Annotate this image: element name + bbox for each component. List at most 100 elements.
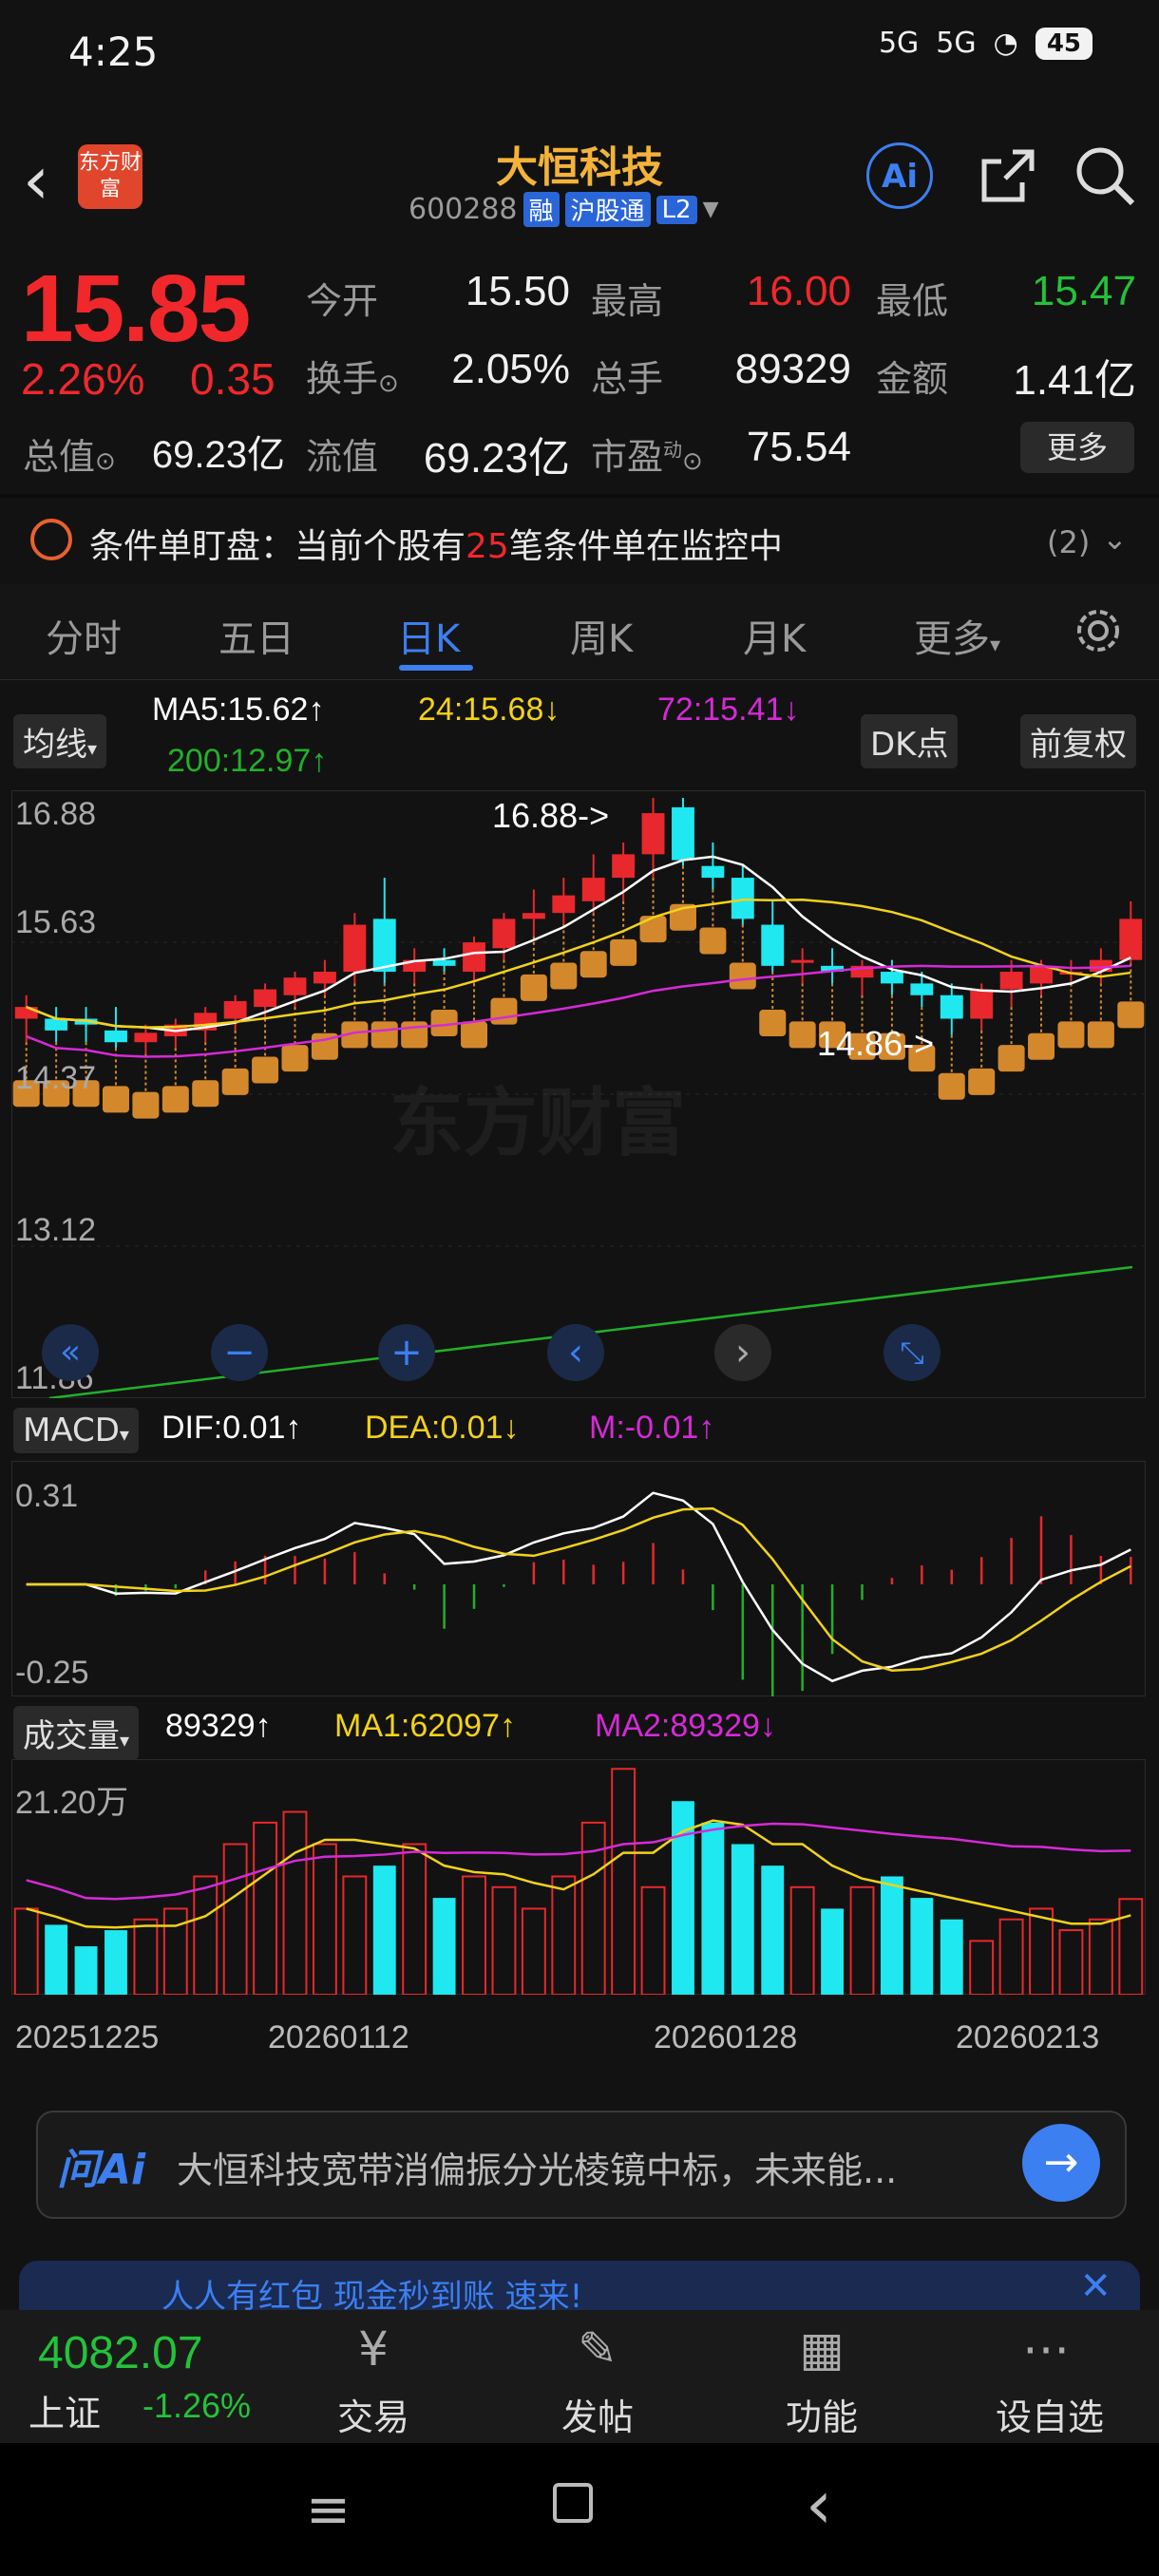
- zoom-out-icon[interactable]: −: [211, 1324, 268, 1381]
- volume-bar: [282, 1810, 308, 1995]
- signal-marker: [1028, 1032, 1055, 1060]
- volume-label: 总手: [591, 358, 664, 400]
- macd-tick-high: 0.31: [15, 1478, 79, 1514]
- turnover-value: 2.05%: [451, 346, 570, 392]
- ai-icon[interactable]: Ai: [866, 142, 933, 209]
- send-arrow-icon[interactable]: →: [1022, 2124, 1100, 2202]
- nav-function[interactable]: 功能: [750, 2388, 893, 2440]
- y-tick-3: 14.37: [15, 1060, 97, 1096]
- chevron-down-icon[interactable]: ⌄: [1102, 521, 1128, 557]
- volume-bar: [998, 1918, 1024, 1995]
- candle-body: [1119, 919, 1143, 960]
- signal-marker: [162, 1086, 189, 1113]
- macd-chart[interactable]: [11, 1461, 1146, 1696]
- candle-body: [970, 989, 994, 1019]
- status-icons: 5G 5G ◔ 45: [879, 27, 1092, 60]
- scroll-left-icon[interactable]: ‹: [547, 1324, 604, 1381]
- volume-bar: [880, 1876, 903, 1995]
- chevron-down-icon: ▼: [702, 198, 719, 221]
- signal-marker: [610, 938, 637, 966]
- scroll-left-fast-icon[interactable]: «: [42, 1324, 99, 1381]
- fullscreen-icon[interactable]: ⤡: [884, 1324, 940, 1381]
- signal-marker: [281, 1045, 309, 1072]
- trade-icon[interactable]: ¥: [331, 2321, 416, 2377]
- volume-bar: [74, 1946, 98, 1995]
- volume-chart[interactable]: [11, 1759, 1146, 1995]
- promo-banner[interactable]: 人人有红包 现金秒到账 速来! ✕: [19, 2261, 1140, 2318]
- home-icon[interactable]: [553, 2483, 593, 2523]
- more-button[interactable]: 更多: [1020, 422, 1134, 473]
- function-icon[interactable]: ▦: [779, 2321, 864, 2377]
- info-icon: ⊙: [378, 369, 399, 398]
- candle-body: [313, 972, 336, 984]
- search-icon[interactable]: [1072, 142, 1138, 209]
- index-change[interactable]: -1.26%: [142, 2386, 251, 2426]
- more-dots-icon[interactable]: ⋯: [1003, 2321, 1089, 2377]
- candle-body: [790, 959, 814, 963]
- adjust-button[interactable]: 前复权: [1020, 714, 1136, 768]
- settings-icon[interactable]: [1074, 606, 1123, 655]
- date-1: 20251225: [15, 2019, 160, 2055]
- tab-more[interactable]: 更多▾: [914, 608, 1000, 663]
- amount-value: 1.41亿: [1013, 357, 1136, 404]
- nav-trade[interactable]: 交易: [302, 2388, 445, 2440]
- candle-body: [432, 959, 456, 966]
- volume-bar: [640, 1885, 666, 1995]
- volume-select[interactable]: 成交量▾: [13, 1706, 140, 1760]
- clock-icon: [30, 519, 72, 560]
- signal-marker: [221, 1068, 249, 1095]
- scroll-right-icon[interactable]: ›: [714, 1324, 771, 1381]
- signal-marker: [968, 1068, 996, 1095]
- volume-ma1-line: [26, 1819, 1131, 1929]
- stock-code-row[interactable]: 600288 融 沪股通 L2 ▼: [408, 192, 719, 227]
- low-value: 15.47: [1031, 268, 1136, 314]
- signal-marker: [132, 1091, 160, 1119]
- ma2-legend: MA2:89329↓: [595, 1708, 776, 1744]
- nav-post[interactable]: 发帖: [526, 2388, 669, 2440]
- index-value[interactable]: 4082.07: [38, 2327, 203, 2379]
- tab-daily-k[interactable]: 日K: [397, 608, 460, 663]
- low-label: 最低: [876, 280, 949, 322]
- monitor-badge[interactable]: (2): [1047, 524, 1090, 560]
- menu-icon[interactable]: ≡: [306, 2479, 351, 2541]
- share-icon[interactable]: [975, 142, 1041, 209]
- tab-weekly-k[interactable]: 周K: [570, 608, 633, 663]
- float-value: 69.23亿: [423, 435, 570, 482]
- volume-bar: [521, 1907, 546, 1995]
- divider: [0, 494, 1159, 498]
- post-icon[interactable]: ✎: [555, 2321, 640, 2377]
- battery-icon: 45: [1035, 27, 1092, 60]
- ma-select[interactable]: 均线▾: [13, 714, 107, 768]
- candle-body: [223, 1000, 247, 1019]
- signal-marker: [102, 1086, 129, 1113]
- index-name[interactable]: 上证: [28, 2384, 101, 2436]
- signal-marker: [729, 962, 756, 990]
- back-nav-icon[interactable]: ‹: [806, 2466, 832, 2544]
- nav-add-watchlist[interactable]: 设自选: [969, 2388, 1130, 2440]
- dk-point-button[interactable]: DK点: [861, 714, 959, 768]
- signal-marker: [580, 951, 607, 978]
- zoom-in-icon[interactable]: +: [378, 1324, 435, 1381]
- signal-marker: [1117, 1001, 1145, 1029]
- tag-l2: L2: [656, 195, 697, 224]
- volume-bar: [45, 1924, 68, 1995]
- candle-body: [343, 924, 367, 973]
- monitor-text[interactable]: 条件单盯盘：当前个股有25笔条件单在监控中: [89, 519, 783, 568]
- tab-monthly-k[interactable]: 月K: [743, 608, 806, 663]
- dif-legend: DIF:0.01↑: [162, 1410, 302, 1446]
- candle-body: [1089, 959, 1112, 973]
- open-value: 15.50: [465, 268, 570, 314]
- date-2: 20260112: [268, 2019, 409, 2055]
- pe-value: 75.54: [746, 424, 851, 470]
- close-icon[interactable]: ✕: [1079, 2264, 1112, 2308]
- candle-body: [672, 806, 694, 861]
- volume-bar: [312, 1843, 337, 1995]
- volume-bar: [821, 1908, 845, 1995]
- volume-bar: [611, 1768, 636, 1995]
- change-pct: 2.26%: [21, 354, 145, 404]
- tab-intraday[interactable]: 分时: [46, 608, 122, 663]
- tab-5day[interactable]: 五日: [218, 608, 294, 663]
- m-legend: M:-0.01↑: [589, 1410, 715, 1446]
- ask-ai-prompt[interactable]: 大恒科技宽带消偏振分光棱镜中标，未来能...: [177, 2141, 975, 2193]
- macd-select[interactable]: MACD▾: [13, 1408, 139, 1453]
